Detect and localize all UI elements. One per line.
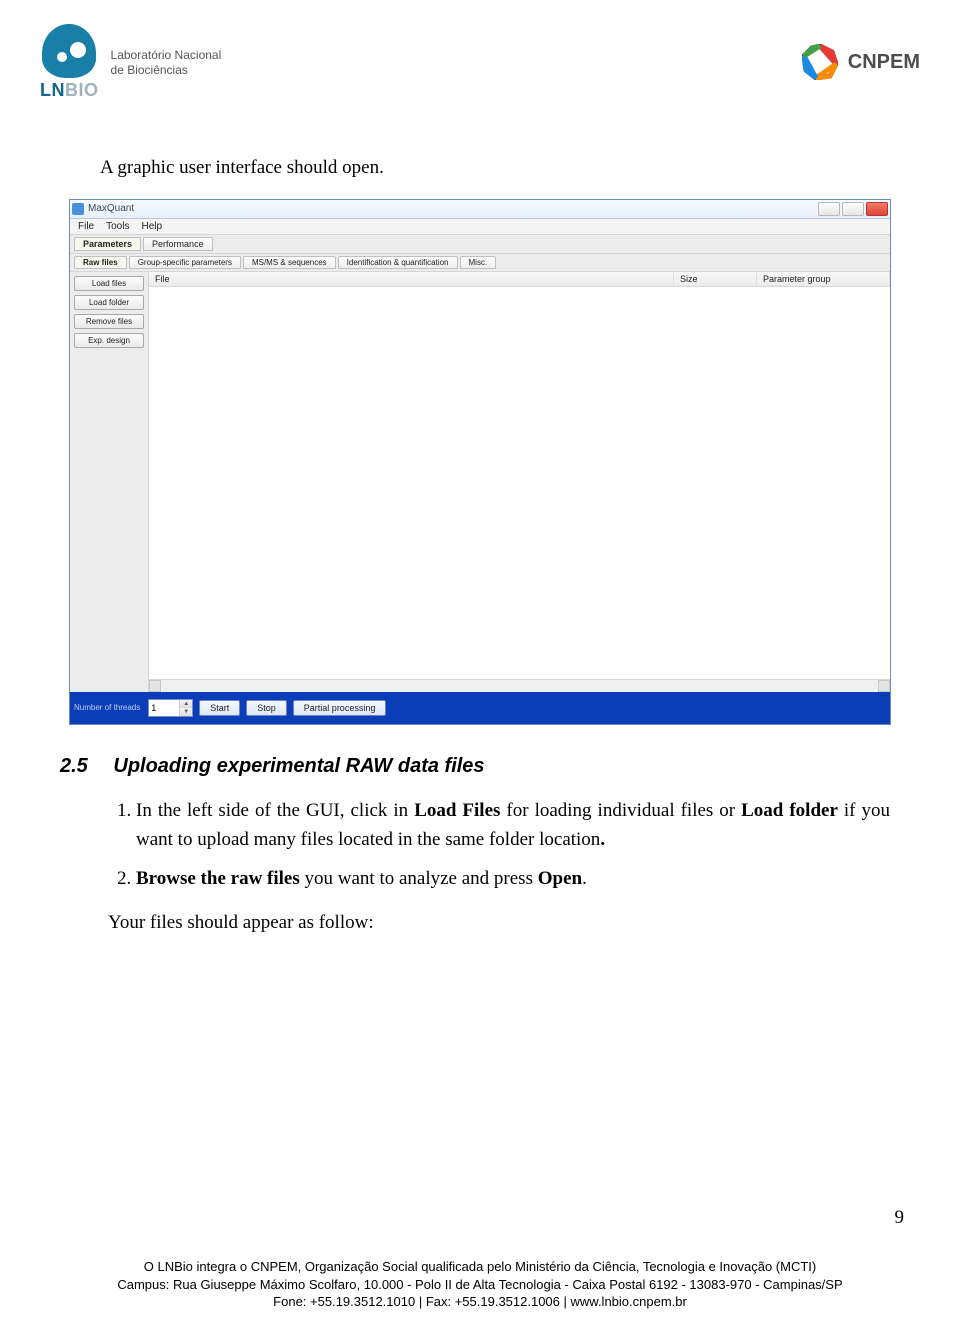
spin-up-icon[interactable]: ▲ (179, 700, 192, 708)
col-file[interactable]: File (149, 272, 674, 286)
tab-performance[interactable]: Performance (143, 237, 213, 251)
cnpem-wordmark: CNPEM (848, 51, 920, 74)
follow-text: Your files should appear as follow: (108, 912, 920, 934)
maxquant-screenshot: MaxQuant File Tools Help Parameters Perf… (69, 199, 891, 725)
spinner-buttons: ▲ ▼ (179, 700, 192, 716)
lnbio-logo: LNBIO Laboratório Nacional de Biociência… (40, 24, 221, 101)
remove-files-button[interactable]: Remove files (74, 314, 144, 329)
menu-tools[interactable]: Tools (106, 221, 129, 232)
subtab-raw-files[interactable]: Raw files (74, 256, 127, 269)
lnbio-mark-icon: LNBIO (40, 24, 99, 101)
window-titlebar: MaxQuant (70, 200, 890, 219)
lnbio-label-line2: de Biociências (111, 63, 222, 77)
intro-text: A graphic user interface should open. (100, 154, 880, 183)
bottom-action-bar: Number of threads ▲ ▼ Start Stop Partial… (70, 692, 890, 724)
col-size[interactable]: Size (674, 272, 757, 286)
tab-parameters[interactable]: Parameters (74, 237, 141, 251)
threads-input[interactable] (149, 703, 179, 713)
section-heading: 2.5 Uploading experimental RAW data file… (60, 755, 900, 778)
step1-bold-loadfiles: Load Files (414, 800, 500, 821)
lnbio-prefix: LN (40, 80, 65, 100)
section-title: Uploading experimental RAW data files (113, 755, 484, 777)
subtab-msms[interactable]: MS/MS & sequences (243, 256, 336, 269)
load-files-button[interactable]: Load files (74, 276, 144, 291)
col-parameter-group[interactable]: Parameter group (757, 272, 890, 286)
footer-line-2: Campus: Rua Giuseppe Máximo Scolfaro, 10… (20, 1276, 940, 1294)
window-controls (818, 202, 888, 216)
footer-line-1: O LNBio integra o CNPEM, Organização Soc… (20, 1258, 940, 1276)
instruction-list: In the left side of the GUI, click in Lo… (110, 796, 890, 894)
main-tab-bar: Parameters Performance (70, 235, 890, 254)
step1-text-pre: In the left side of the GUI, click in (136, 800, 414, 821)
subtab-group-params[interactable]: Group-specific parameters (129, 256, 241, 269)
partial-processing-button[interactable]: Partial processing (293, 700, 387, 716)
grid-body-empty (149, 287, 890, 679)
menu-help[interactable]: Help (141, 221, 162, 232)
step1-dot: . (600, 829, 605, 850)
section-number: 2.5 (60, 755, 88, 777)
body-content: A graphic user interface should open. (100, 154, 880, 183)
file-grid: File Size Parameter group (149, 272, 890, 692)
cnpem-mark-icon (802, 44, 838, 80)
menu-file[interactable]: File (78, 221, 94, 232)
document-page: LNBIO Laboratório Nacional de Biociência… (0, 0, 960, 1329)
step1-bold-loadfolder: Load folder (741, 800, 838, 821)
footer-line-3: Fone: +55.19.3512.1010 | Fax: +55.19.351… (20, 1293, 940, 1311)
start-button[interactable]: Start (199, 700, 240, 716)
screenshot-main-area: Load files Load folder Remove files Exp.… (70, 272, 890, 692)
menu-bar: File Tools Help (70, 219, 890, 235)
exp-design-button[interactable]: Exp. design (74, 333, 144, 348)
threads-label: Number of threads (74, 703, 140, 712)
stop-button[interactable]: Stop (246, 700, 287, 716)
lnbio-blob-icon (42, 24, 96, 78)
lnbio-label: Laboratório Nacional de Biociências (111, 48, 222, 77)
page-footer: O LNBio integra o CNPEM, Organização Soc… (0, 1258, 960, 1311)
sub-tab-bar: Raw files Group-specific parameters MS/M… (70, 254, 890, 272)
step2-bold-browse: Browse the raw files (136, 868, 300, 889)
page-number: 9 (895, 1207, 905, 1229)
step1-text-mid: for loading individual files or (500, 800, 741, 821)
cnpem-logo: CNPEM (802, 44, 920, 80)
maximize-button[interactable] (842, 202, 864, 216)
load-folder-button[interactable]: Load folder (74, 295, 144, 310)
lnbio-wordmark: LNBIO (40, 80, 99, 101)
close-button[interactable] (866, 202, 888, 216)
subtab-ident-quant[interactable]: Identification & quantification (338, 256, 458, 269)
page-header: LNBIO Laboratório Nacional de Biociência… (40, 24, 920, 114)
grid-header: File Size Parameter group (149, 272, 890, 287)
instruction-step-2: Browse the raw files you want to analyze… (136, 864, 890, 893)
minimize-button[interactable] (818, 202, 840, 216)
step2-text-mid: you want to analyze and press (300, 868, 538, 889)
threads-spinner[interactable]: ▲ ▼ (148, 699, 193, 717)
horizontal-scrollbar[interactable] (149, 679, 890, 692)
spin-down-icon[interactable]: ▼ (179, 708, 192, 716)
step2-bold-open: Open (538, 868, 582, 889)
app-icon (72, 203, 84, 215)
left-button-panel: Load files Load folder Remove files Exp.… (70, 272, 149, 692)
lnbio-suffix: BIO (65, 80, 99, 100)
instruction-step-1: In the left side of the GUI, click in Lo… (136, 796, 890, 855)
subtab-misc[interactable]: Misc. (460, 256, 497, 269)
lnbio-label-line1: Laboratório Nacional (111, 48, 222, 62)
step2-text-post: . (582, 868, 587, 889)
window-title: MaxQuant (88, 203, 818, 214)
